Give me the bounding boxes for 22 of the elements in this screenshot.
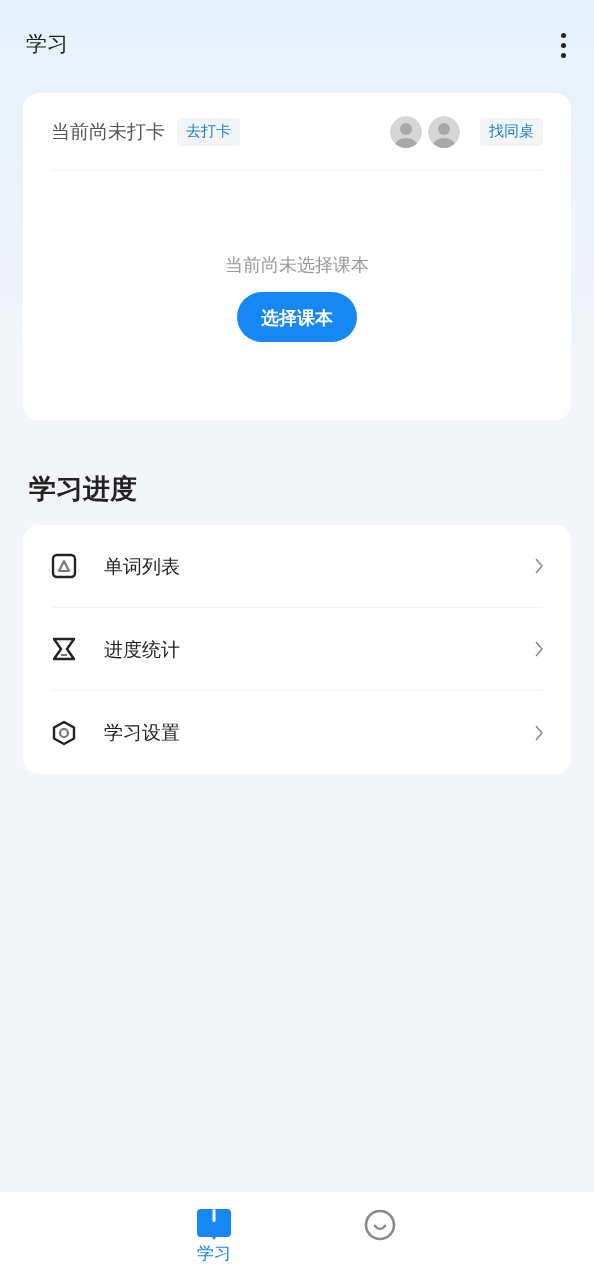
more-options-icon[interactable] bbox=[559, 32, 568, 58]
hexagon-icon bbox=[51, 719, 77, 746]
nav-tab[interactable]: 学习 bbox=[181, 1209, 247, 1265]
checkin-status: 当前尚未打卡 bbox=[51, 119, 165, 145]
smiley-icon bbox=[364, 1209, 396, 1241]
avatar-icon bbox=[390, 115, 422, 148]
menu-item[interactable]: 单词列表 bbox=[51, 525, 543, 608]
chevron-right-icon bbox=[535, 724, 543, 741]
menu-item[interactable]: 学习设置 bbox=[51, 691, 543, 774]
choose-textbook-button[interactable]: 选择课本 bbox=[237, 292, 357, 342]
page-title: 学习 bbox=[26, 31, 68, 59]
avatar-icon bbox=[428, 115, 460, 148]
menu-item[interactable]: 进度统计 bbox=[51, 608, 543, 691]
chevron-right-icon bbox=[535, 558, 543, 574]
book-icon bbox=[197, 1209, 231, 1241]
hourglass-icon bbox=[51, 636, 77, 662]
find-deskmate-button[interactable]: 找同桌 bbox=[480, 117, 543, 146]
empty-message: 当前尚未选择课本 bbox=[225, 253, 369, 277]
letter-a-icon bbox=[51, 553, 77, 579]
section-title: 学习进度 bbox=[29, 472, 138, 506]
checkin-button[interactable]: 去打卡 bbox=[177, 117, 240, 146]
chevron-right-icon bbox=[535, 641, 543, 657]
